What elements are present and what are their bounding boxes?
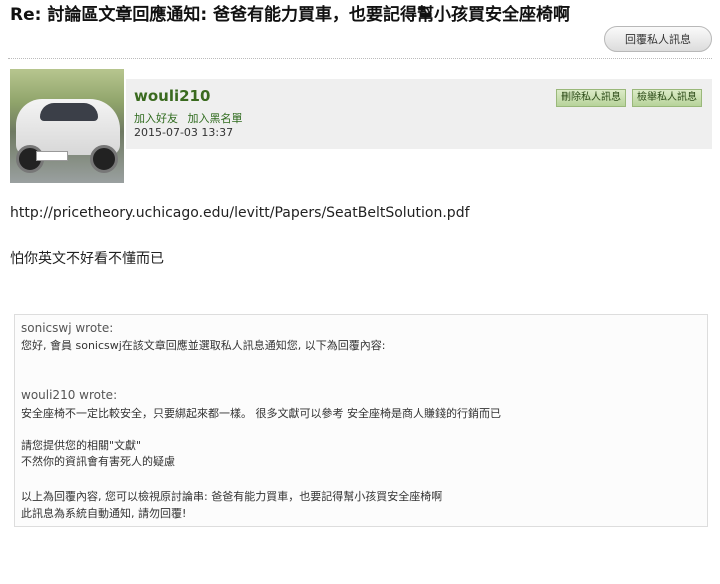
delete-message-button[interactable]: 刪除私人訊息 (556, 89, 626, 107)
user-links: 加入好友 加入黑名單 (134, 110, 249, 126)
message-date: 2015-07-03 13:37 (134, 126, 234, 139)
reply-private-message-button[interactable]: 回覆私人訊息 (604, 26, 712, 52)
username[interactable]: wouli210 (134, 87, 210, 105)
car-wheel-right (90, 145, 118, 173)
avatar[interactable] (10, 69, 124, 183)
add-friend-link[interactable]: 加入好友 (134, 112, 178, 125)
quote-line: 安全座椅不一定比較安全，只要綁起來都一樣。 很多文獻可以參考 安全座椅是商人賺錢… (21, 407, 501, 420)
quote-author-1: sonicswj wrote: (21, 321, 114, 335)
page-title: Re: 討論區文章回應通知: 爸爸有能力買車，也要記得幫小孩買安全座椅啊 (10, 5, 571, 25)
report-message-button[interactable]: 檢舉私人訊息 (632, 89, 702, 107)
quote-line: 您好, 會員 sonicswj在該文章回應並選取私人訊息通知您, 以下為回覆內容… (21, 339, 386, 352)
license-plate (36, 151, 68, 161)
message-text: 怕你英文不好看不懂而已 (10, 251, 164, 267)
message-link[interactable]: http://pricetheory.uchicago.edu/levitt/P… (10, 205, 470, 221)
quote-line: 以上為回覆內容, 您可以檢視原討論串: 爸爸有能力買車，也要記得幫小孩買安全座椅… (21, 490, 443, 503)
quote-line: 此訊息為系統自動通知, 請勿回覆! (21, 507, 187, 520)
quoted-notification: sonicswj wrote: 您好, 會員 sonicswj在該文章回應並選取… (14, 314, 708, 527)
quote-line: 請您提供您的相關"文獻" (21, 439, 142, 452)
quote-author-2: wouli210 wrote: (21, 388, 118, 402)
quote-line: 不然你的資訊會有害死人的疑慮 (21, 455, 175, 468)
message-header: wouli210 加入好友 加入黑名單 2015-07-03 13:37 刪除私… (126, 79, 712, 149)
car-windshield (40, 103, 98, 121)
add-blacklist-link[interactable]: 加入黑名單 (188, 112, 243, 125)
divider (8, 58, 712, 59)
